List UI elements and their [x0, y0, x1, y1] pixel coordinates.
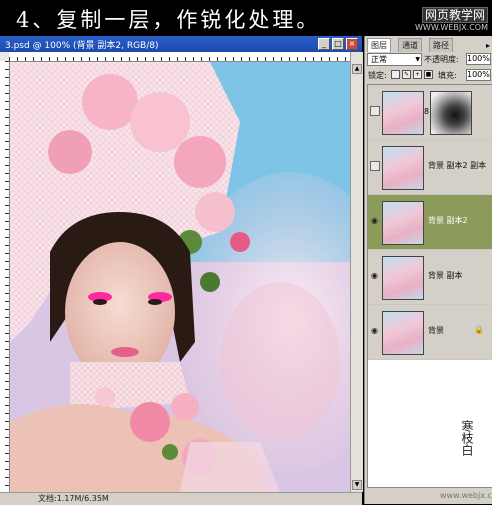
visibility-toggle-empty[interactable] — [370, 161, 380, 171]
panel-menu-icon[interactable]: ▸ — [486, 41, 490, 50]
artist-signature: 寒枝白 — [460, 420, 490, 490]
portrait-photo — [10, 62, 350, 492]
watermark-url: WWW.WEBJX.COM — [415, 23, 488, 32]
signature-url: www.webjx.com — [440, 491, 492, 500]
site-watermark: 网页教学网 WWW.WEBJX.COM — [415, 4, 488, 32]
signature-text: 寒枝白 — [460, 420, 474, 456]
close-button[interactable]: × — [346, 38, 358, 50]
lock-all-icon[interactable]: ■ — [424, 70, 433, 79]
lock-icon: 🔒 — [474, 325, 484, 334]
image-canvas[interactable] — [10, 62, 350, 492]
vertical-scrollbar[interactable]: ▲ ▼ — [350, 52, 363, 492]
tutorial-caption: 4、复制一层，作锐化处理。 — [16, 8, 321, 32]
panel-tabs: 图层 通道 路径 ▸ — [365, 38, 492, 52]
fill-label: 填充: — [438, 71, 457, 80]
maximize-button[interactable]: □ — [332, 38, 344, 50]
layer-name: 背景 副本2 副本 — [428, 161, 487, 170]
blend-mode-value: 正常 — [371, 55, 387, 64]
blend-mode-select[interactable]: 正常 ▼ — [367, 53, 422, 66]
tab-layers[interactable]: 图层 — [367, 38, 391, 52]
lock-label: 锁定: — [368, 71, 387, 80]
lock-transparent-icon[interactable] — [391, 70, 400, 79]
watermark-title: 网页教学网 — [421, 7, 488, 23]
layer-row-copy[interactable]: ◉ 背景 副本 — [368, 250, 492, 305]
lock-row: 锁定: ✎ + ■ 填充: 100% — [367, 69, 491, 82]
mask-link-icon[interactable]: 8 — [424, 107, 429, 116]
eye-icon[interactable]: ◉ — [370, 271, 379, 280]
ruler-corner[interactable] — [0, 52, 9, 61]
status-bar: 文档:1.17M/6.35M — [0, 492, 362, 505]
lock-paint-icon[interactable]: ✎ — [402, 70, 411, 79]
blend-row: 正常 ▼ 不透明度: 100% — [367, 53, 491, 66]
vertical-ruler[interactable] — [0, 61, 10, 492]
chevron-down-icon: ▼ — [415, 56, 420, 63]
layer-row-copy2[interactable]: ◉ 背景 副本2 — [368, 195, 492, 250]
fill-input[interactable]: 100% — [466, 69, 491, 81]
layer-name: 背景 副本2 — [428, 216, 468, 225]
tab-paths[interactable]: 路径 — [429, 38, 453, 52]
tab-channels[interactable]: 通道 — [398, 38, 422, 52]
layer-name: 背景 — [428, 326, 444, 335]
opacity-input[interactable]: 100% — [466, 53, 491, 65]
document-window: 3.psd @ 100% (背景 副本2, RGB/8) _ □ × ▲ ▼ 文… — [0, 36, 363, 505]
layer-thumbnail — [382, 91, 424, 135]
layer-thumbnail — [382, 311, 424, 355]
document-size: 文档:1.17M/6.35M — [38, 494, 109, 503]
layer-mask-thumbnail[interactable] — [430, 91, 472, 135]
layer-thumbnail — [382, 146, 424, 190]
layer-row-copy2-copy[interactable]: 背景 副本2 副本 — [368, 140, 492, 195]
document-titlebar[interactable]: 3.psd @ 100% (背景 副本2, RGB/8) _ □ × — [0, 36, 362, 52]
opacity-label: 不透明度: — [424, 55, 459, 64]
eye-icon[interactable]: ◉ — [370, 326, 379, 335]
scroll-up-arrow-icon[interactable]: ▲ — [352, 64, 362, 74]
minimize-button[interactable]: _ — [318, 38, 330, 50]
layer-name: 背景 副本 — [428, 271, 463, 280]
layer-row-masked[interactable]: 8 — [368, 85, 492, 140]
layer-thumbnail — [382, 201, 424, 245]
caption-band: 4、复制一层，作锐化处理。 网页教学网 WWW.WEBJX.COM — [0, 0, 492, 36]
scroll-down-arrow-icon[interactable]: ▼ — [352, 480, 362, 490]
layer-thumbnail — [382, 256, 424, 300]
visibility-toggle-empty[interactable] — [370, 106, 380, 116]
eye-icon[interactable]: ◉ — [370, 216, 379, 225]
document-title: 3.psd @ 100% (背景 副本2, RGB/8) — [5, 41, 159, 51]
lock-move-icon[interactable]: + — [413, 70, 422, 79]
horizontal-ruler[interactable] — [9, 52, 350, 62]
layer-row-background[interactable]: ◉ 背景 🔒 — [368, 305, 492, 360]
